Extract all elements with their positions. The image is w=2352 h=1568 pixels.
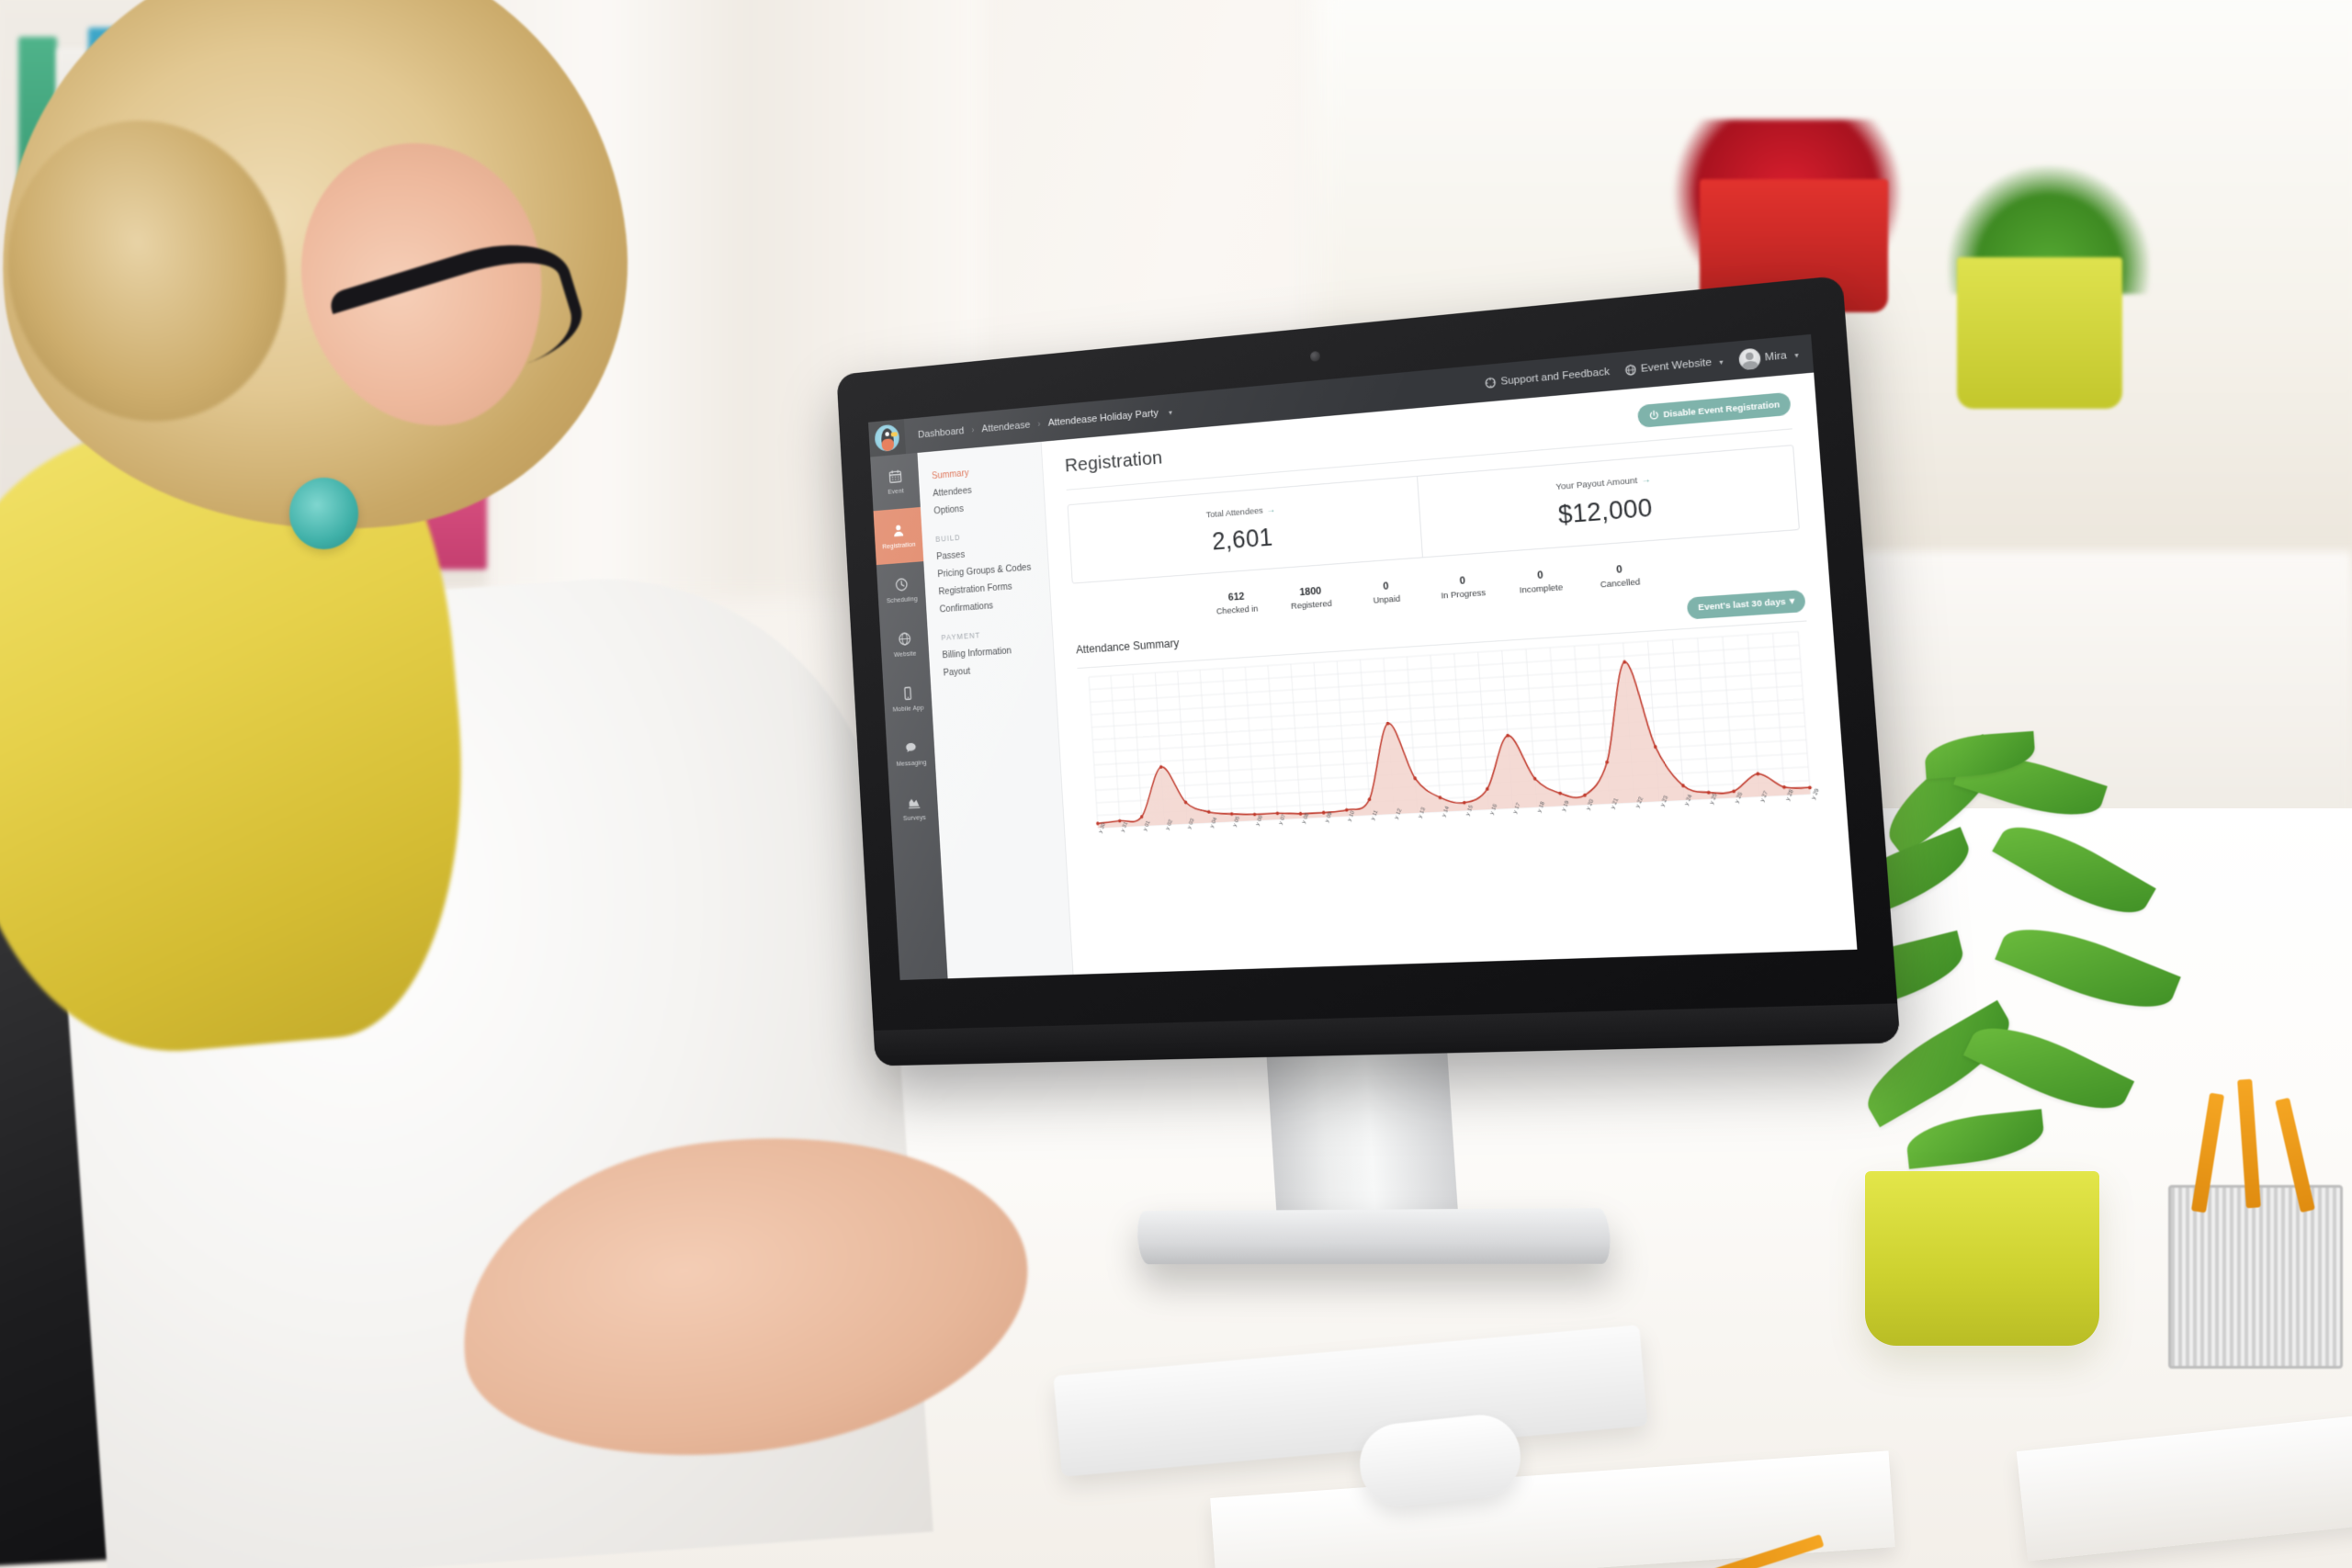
substat-label: In Progress: [1441, 588, 1487, 602]
imac-computer: Dashboard › Attendease › Attendease Holi…: [836, 275, 1933, 1481]
substat-number: 0: [1459, 575, 1466, 587]
breadcrumb-item-event[interactable]: Attendease Holiday Party: [1047, 408, 1159, 429]
person-icon: [890, 523, 905, 538]
substat-label: Incomplete: [1519, 582, 1564, 596]
card-label: Total Attendees →: [1205, 505, 1275, 521]
breadcrumb-item-attendease[interactable]: Attendease: [981, 420, 1030, 434]
globe-icon: [1624, 364, 1636, 376]
sidebar-item-event[interactable]: Event: [870, 453, 921, 511]
imac-stand-neck: [1265, 1033, 1460, 1234]
sidebar-item-label: Website: [893, 649, 917, 659]
user-menu[interactable]: Mira ▾: [1737, 344, 1800, 371]
substat-label: Registered: [1290, 598, 1333, 612]
chevron-down-icon[interactable]: ▾: [1169, 408, 1172, 416]
sidebar-item-label: Mobile App: [892, 703, 924, 714]
chevron-down-icon: ▾: [1719, 356, 1724, 367]
breadcrumb-separator: ›: [1037, 419, 1041, 430]
clock-icon: [894, 577, 909, 592]
substat-number: 0: [1536, 570, 1544, 581]
date-range-dropdown[interactable]: Event's last 30 days ▾: [1686, 589, 1806, 620]
date-range-label: Event's last 30 days: [1697, 596, 1787, 614]
substat-number: 0: [1615, 564, 1623, 576]
payout-amount-card[interactable]: Your Payout Amount → $12,000: [1417, 446, 1799, 558]
brand-logo[interactable]: [868, 419, 907, 457]
turquoise-earring: [289, 478, 358, 549]
substat-registered[interactable]: 1800 Registered: [1286, 585, 1336, 613]
pencil-cup: [2168, 1185, 2343, 1369]
substat-number: 1800: [1299, 585, 1322, 599]
arrow-right-icon: →: [1640, 474, 1652, 486]
phone-icon: [900, 685, 915, 701]
substat-unpaid[interactable]: 0 Unpaid: [1362, 580, 1412, 607]
attendance-summary-title: Attendance Summary: [1075, 636, 1180, 656]
substat-cancelled[interactable]: 0 Cancelled: [1593, 562, 1646, 591]
sidebar-item-label: Event: [888, 486, 904, 496]
power-icon: [1647, 409, 1659, 421]
substat-incomplete[interactable]: 0 Incomplete: [1515, 569, 1567, 596]
disable-event-registration-button[interactable]: Disable Event Registration: [1636, 391, 1792, 428]
breadcrumb-separator: ›: [971, 424, 975, 435]
globe-icon: [897, 631, 911, 647]
sidebar-item-label: Messaging: [896, 758, 927, 768]
support-and-feedback-label: Support and Feedback: [1500, 366, 1611, 388]
total-attendees-value: 2,601: [1211, 523, 1274, 556]
substat-number: 0: [1382, 581, 1389, 592]
sidebar-item-label: Registration: [881, 539, 916, 551]
main-content: Registration Disable Event Registration: [1041, 372, 1858, 975]
sidebar-item-messaging[interactable]: Messaging: [886, 725, 936, 782]
support-and-feedback-link[interactable]: Support and Feedback: [1485, 367, 1610, 389]
calendar-icon: [888, 468, 902, 484]
disable-event-registration-label: Disable Event Registration: [1662, 399, 1781, 420]
webcam-icon: [1309, 350, 1321, 362]
sidebar-item-label: Scheduling: [886, 594, 918, 605]
screen: Dashboard › Attendease › Attendease Holi…: [868, 333, 1858, 980]
penguin-logo-icon: [874, 423, 900, 453]
arrow-right-icon: →: [1266, 504, 1276, 516]
avatar: [1737, 347, 1761, 371]
substat-label: Cancelled: [1600, 577, 1641, 591]
chevron-down-icon: ▾: [1789, 595, 1795, 607]
substat-checked-in[interactable]: 612 Checked in: [1213, 590, 1261, 617]
sidebar-item-scheduling[interactable]: Scheduling: [876, 561, 927, 619]
payout-amount-value: $12,000: [1556, 493, 1654, 529]
event-website-dropdown[interactable]: Event Website ▾: [1624, 355, 1724, 376]
imac-bezel: Dashboard › Attendease › Attendease Holi…: [836, 275, 1901, 1066]
breadcrumb-item-dashboard[interactable]: Dashboard: [918, 425, 965, 440]
user-name-label: Mira: [1764, 350, 1788, 364]
sidebar-item-website[interactable]: Website: [879, 615, 930, 673]
substat-label: Unpaid: [1373, 593, 1401, 606]
page-title: Registration: [1064, 446, 1163, 477]
chevron-down-icon: ▾: [1793, 350, 1799, 360]
bar-chart-icon: [906, 795, 921, 810]
chat-bubble-icon: [903, 740, 918, 756]
substat-label: Checked in: [1216, 604, 1259, 617]
sidebar-item-surveys[interactable]: Surveys: [888, 780, 939, 837]
sidebar-item-registration[interactable]: Registration: [873, 506, 924, 566]
substat-number: 612: [1227, 591, 1245, 604]
person-at-desk: [0, 0, 1046, 1568]
sidebar-item-label: Surveys: [902, 813, 927, 823]
substat-in-progress[interactable]: 0 In Progress: [1437, 574, 1488, 602]
sidebar-item-mobile-app[interactable]: Mobile App: [883, 671, 933, 728]
card-label: Your Payout Amount →: [1555, 475, 1651, 493]
help-circle-icon: [1485, 377, 1497, 389]
small-plant-pot: [1957, 257, 2122, 409]
app-body: Event Registration Scheduling Website Mo…: [870, 372, 1858, 980]
total-attendees-card[interactable]: Total Attendees → 2,601: [1069, 477, 1422, 583]
event-website-label: Event Website: [1640, 356, 1713, 375]
total-attendees-label: Total Attendees: [1205, 505, 1264, 521]
payout-amount-label: Your Payout Amount: [1555, 475, 1638, 493]
imac-stand-foot: [1136, 1208, 1612, 1265]
attendance-area-chart: [1078, 626, 1820, 832]
